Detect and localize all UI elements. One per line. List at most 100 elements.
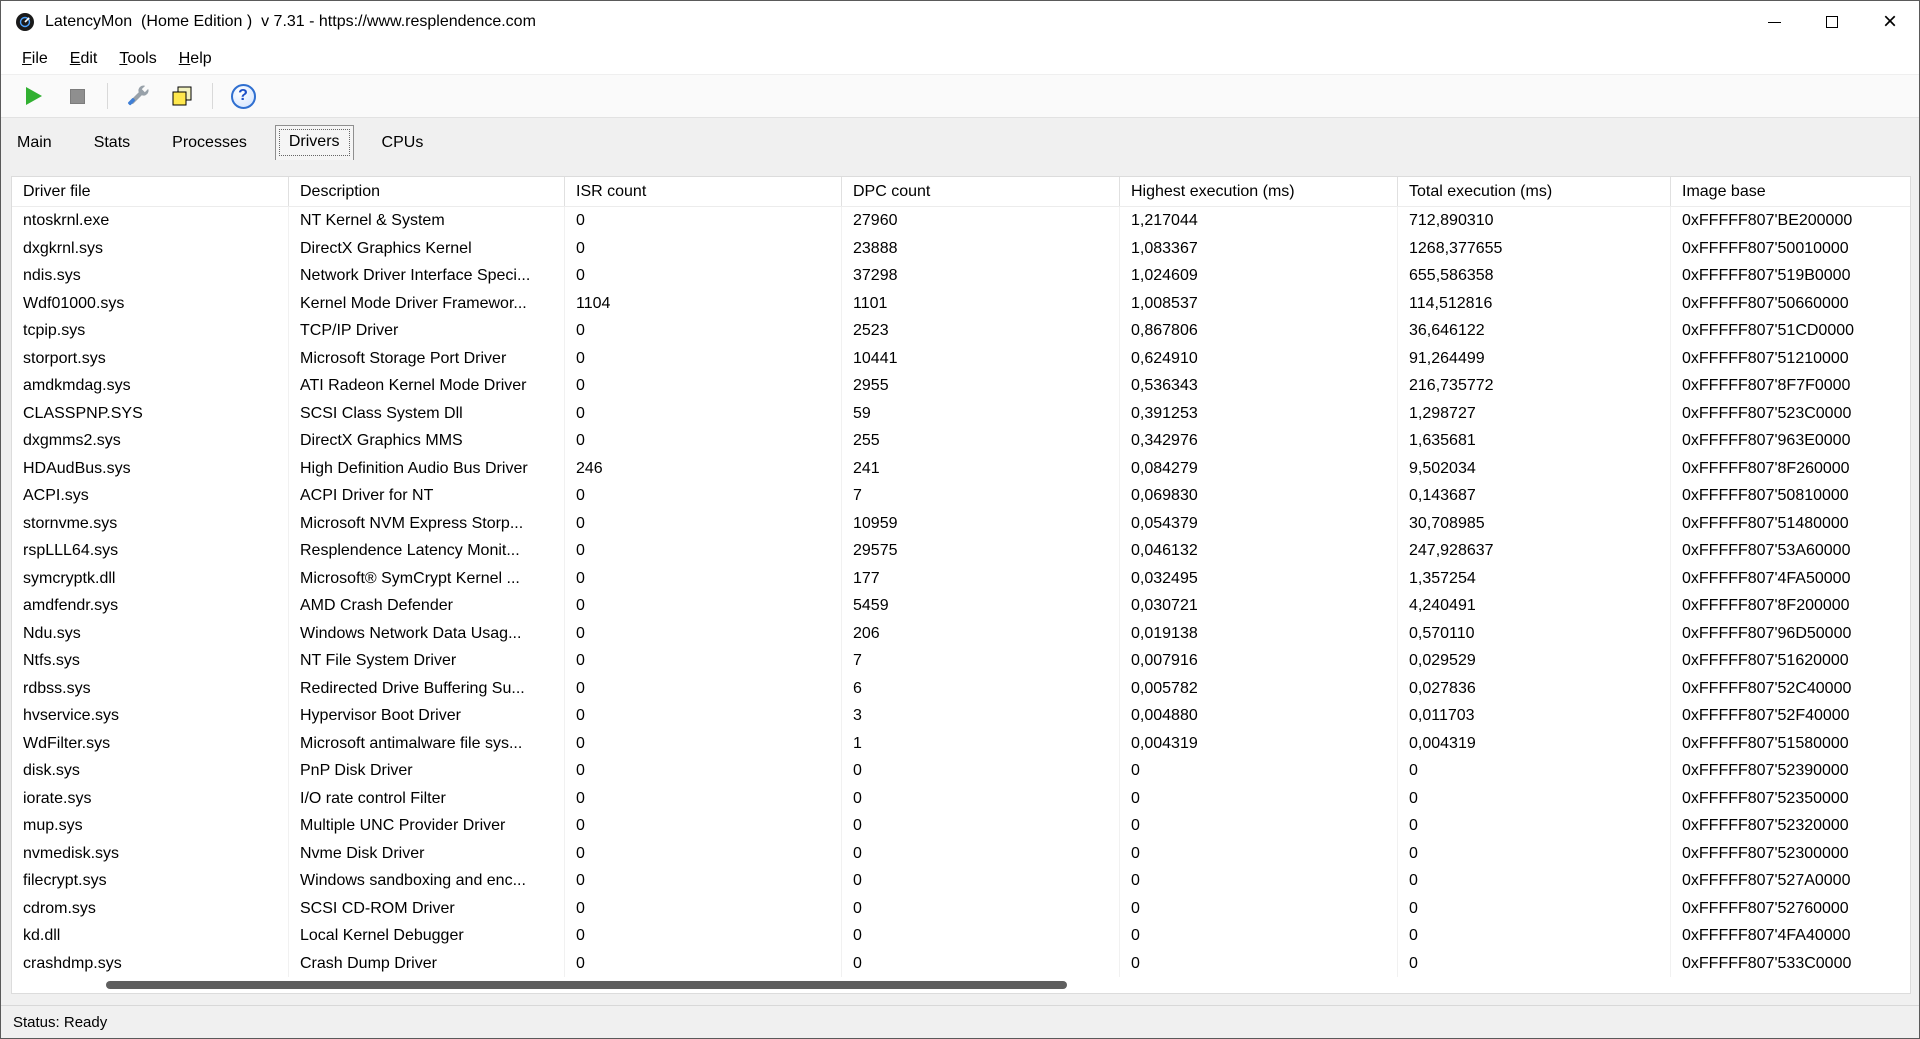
table-row[interactable]: stornvme.sys Microsoft NVM Express Storp.… [12, 509, 1910, 537]
table-row[interactable]: storport.sys Microsoft Storage Port Drive… [12, 344, 1910, 372]
cell-dpc-count: 37298 [842, 262, 1120, 290]
cell-isr-count: 0 [565, 427, 842, 455]
table-row[interactable]: kd.dll Local Kernel Debugger 0 0 0 0 0xFFFFF80… [12, 922, 1910, 950]
column-header-total-execution-ms[interactable]: Total execution (ms) [1398, 177, 1671, 206]
table-row[interactable]: WdFilter.sys Microsoft antimalware file s… [12, 729, 1910, 757]
menu-item-edit[interactable]: Edit [59, 46, 109, 72]
cell-image-base: 0xFFFFF807'50660000 [1682, 294, 1849, 312]
cell-isr-count: 0 [565, 647, 842, 675]
cell-image-base: 0xFFFFF807'51CD0000 [1682, 322, 1855, 339]
cell-total-execution-ms: 0 [1398, 922, 1671, 950]
cell-dpc-count: 177 [842, 564, 1120, 592]
minimize-icon [1767, 21, 1781, 23]
cell-driver-file: ndis.sys [12, 262, 289, 290]
table-row[interactable]: amdfendr.sys AMD Crash Defender 0 5459 0,030… [12, 592, 1910, 620]
cell-description: Network Driver Interface Speci... [289, 262, 565, 290]
cell-image-base: 0xFFFFF807'50810000 [1682, 487, 1849, 504]
drivers-table: Driver file Description ISR count DPC count… [11, 176, 1911, 994]
cell-highest-execution-ms: 0,004319 [1120, 729, 1398, 757]
cell-highest-execution-ms: 0,054379 [1120, 509, 1398, 537]
cell-isr-count: 0 [565, 867, 842, 895]
maximize-button[interactable] [1803, 1, 1861, 43]
cell-highest-execution-ms: 0,005782 [1120, 674, 1398, 702]
cell-highest-execution-ms: 0,069830 [1120, 482, 1398, 510]
tab-strip: Main Stats Processes Drivers CPUs [1, 118, 1919, 160]
table-row[interactable]: ndis.sys Network Driver Interface Speci..… [12, 262, 1910, 290]
menu-item-file[interactable]: File [11, 46, 59, 72]
table-row[interactable]: ntoskrnl.exe NT Kernel & System 0 27960 1,21… [12, 207, 1910, 235]
tab-drivers[interactable]: Drivers [274, 125, 354, 160]
horizontal-scrollbar-thumb[interactable] [106, 981, 1067, 989]
cell-total-execution-ms: 0 [1398, 839, 1671, 867]
table-row[interactable]: dxgkrnl.sys DirectX Graphics Kernel 0 23888… [12, 234, 1910, 262]
cell-highest-execution-ms: 0,004880 [1120, 702, 1398, 730]
cell-isr-count: 0 [565, 262, 842, 290]
cell-description: SCSI CD-ROM Driver [289, 894, 565, 922]
copy-report-button[interactable] [164, 79, 200, 113]
cell-description: Resplendence Latency Monit... [289, 537, 565, 565]
cell-total-execution-ms: 0 [1398, 894, 1671, 922]
cell-description: Windows Network Data Usag... [289, 619, 565, 647]
column-header-driver-file[interactable]: Driver file [12, 177, 289, 206]
cell-total-execution-ms: 0,143687 [1398, 482, 1671, 510]
cell-driver-file: kd.dll [12, 922, 289, 950]
cell-image-base: 0xFFFFF807'52350000 [1682, 789, 1849, 807]
table-row[interactable]: mup.sys Multiple UNC Provider Driver 0 0 0 0 0… [12, 812, 1910, 840]
stop-monitor-button[interactable] [59, 79, 95, 113]
table-row[interactable]: Ntfs.sys NT File System Driver 0 7 0,007916 0… [12, 647, 1910, 675]
cell-image-base: 0xFFFFF807'8F200000 [1682, 597, 1850, 614]
help-button[interactable]: ? [225, 79, 261, 113]
cell-driver-file: ntoskrnl.exe [12, 207, 289, 235]
cell-highest-execution-ms: 0 [1120, 949, 1398, 977]
cell-description: ATI Radeon Kernel Mode Driver [289, 372, 565, 400]
cell-driver-file: ACPI.sys [12, 482, 289, 510]
table-row[interactable]: ACPI.sys ACPI Driver for NT 0 7 0,069830 0,14… [12, 482, 1910, 510]
table-row[interactable]: filecrypt.sys Windows sandboxing and enc.… [12, 867, 1910, 895]
cell-isr-count: 0 [565, 592, 842, 620]
table-row[interactable]: amdkmdag.sys ATI Radeon Kernel Mode Drive… [12, 372, 1910, 400]
table-row[interactable]: rdbss.sys Redirected Drive Buffering Su..… [12, 674, 1910, 702]
menu-item-help[interactable]: Help [168, 46, 223, 72]
column-header-highest-execution-ms[interactable]: Highest execution (ms) [1120, 177, 1398, 206]
close-button[interactable]: × [1861, 1, 1919, 43]
table-row[interactable]: tcpip.sys TCP/IP Driver 0 2523 0,867806 36,64… [12, 317, 1910, 345]
table-row[interactable]: symcryptk.dll Microsoft® SymCrypt Kernel … [12, 564, 1910, 592]
toolbar-separator [107, 83, 108, 109]
cell-description: High Definition Audio Bus Driver [289, 454, 565, 482]
tab-cpus[interactable]: CPUs [368, 126, 438, 160]
tab-stats[interactable]: Stats [80, 126, 144, 160]
table-row[interactable]: crashdmp.sys Crash Dump Driver 0 0 0 0 0xFFFFF… [12, 949, 1910, 977]
table-row[interactable]: Wdf01000.sys Kernel Mode Driver Framewor.… [12, 289, 1910, 317]
start-monitor-button[interactable] [15, 79, 51, 113]
table-row[interactable]: nvmedisk.sys Nvme Disk Driver 0 0 0 0 0xFFFFF8… [12, 839, 1910, 867]
column-header-description[interactable]: Description [289, 177, 565, 206]
tab-main[interactable]: Main [3, 126, 66, 160]
cell-dpc-count: 0 [842, 894, 1120, 922]
table-row[interactable]: hvservice.sys Hypervisor Boot Driver 0 3 0,0… [12, 702, 1910, 730]
table-row[interactable]: rspLLL64.sys Resplendence Latency Monit..… [12, 537, 1910, 565]
column-header-image-base[interactable]: Image base [1671, 177, 1910, 206]
table-row[interactable]: dxgmms2.sys DirectX Graphics MMS 0 255 0,342… [12, 427, 1910, 455]
minimize-button[interactable] [1745, 1, 1803, 43]
cell-isr-count: 0 [565, 674, 842, 702]
menu-item-tools[interactable]: Tools [108, 46, 167, 72]
cell-isr-count: 0 [565, 234, 842, 262]
table-row[interactable]: Ndu.sys Windows Network Data Usag... 0 206 0… [12, 619, 1910, 647]
table-row[interactable]: CLASSPNP.SYS SCSI Class System Dll 0 59 0,39… [12, 399, 1910, 427]
table-row[interactable]: cdrom.sys SCSI CD-ROM Driver 0 0 0 0 0xFFFFF80… [12, 894, 1910, 922]
cell-highest-execution-ms: 1,008537 [1120, 289, 1398, 317]
cell-highest-execution-ms: 0,624910 [1120, 344, 1398, 372]
table-row[interactable]: HDAudBus.sys High Definition Audio Bus Dr… [12, 454, 1910, 482]
cell-dpc-count: 0 [842, 757, 1120, 785]
cell-driver-file: iorate.sys [12, 784, 289, 812]
table-row[interactable]: iorate.sys I/O rate control Filter 0 0 0 0 0xF… [12, 784, 1910, 812]
column-header-dpc-count[interactable]: DPC count [842, 177, 1120, 206]
table-row[interactable]: disk.sys PnP Disk Driver 0 0 0 0 0xFFFFF807'52… [12, 757, 1910, 785]
cell-isr-count: 0 [565, 344, 842, 372]
options-button[interactable] [120, 79, 156, 113]
cell-total-execution-ms: 0,027836 [1398, 674, 1671, 702]
column-header-isr-count[interactable]: ISR count [565, 177, 842, 206]
wrench-icon [127, 85, 149, 106]
tab-processes[interactable]: Processes [158, 126, 261, 160]
cell-total-execution-ms: 0 [1398, 812, 1671, 840]
